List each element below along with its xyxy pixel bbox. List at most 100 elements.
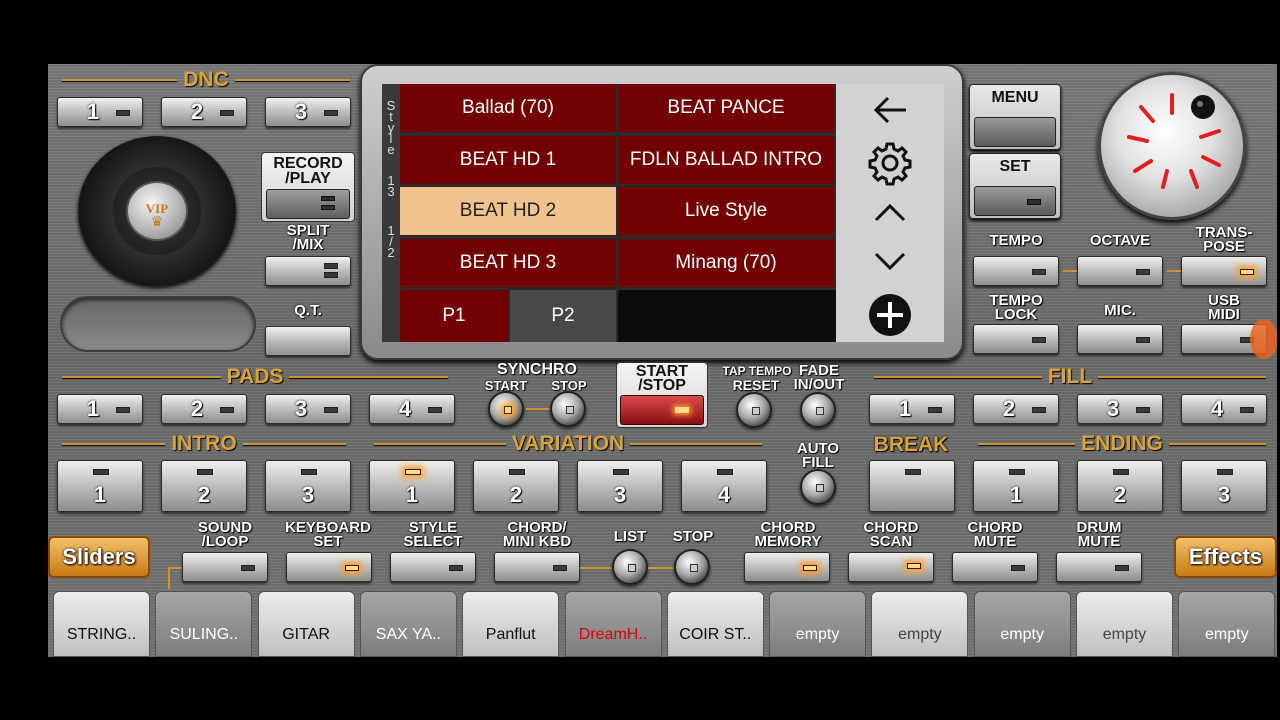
dnc-button-3[interactable]: 3 xyxy=(265,97,351,127)
fill-button-2[interactable]: 2 xyxy=(973,394,1059,424)
record-play-button[interactable]: RECORD /PLAY xyxy=(261,152,355,222)
variation-header: VARIATION xyxy=(368,432,768,455)
break-button[interactable] xyxy=(869,460,955,512)
chevron-down-icon[interactable] xyxy=(836,250,944,274)
synchro-start-knob[interactable] xyxy=(488,391,524,427)
touch-indicator xyxy=(1250,319,1277,359)
page-tab-p2[interactable]: P2 xyxy=(510,290,616,342)
drum-mute-button[interactable] xyxy=(1056,552,1142,582)
chord-mini-kbd-label: CHORD/ MINI KBD xyxy=(502,519,572,550)
tap-tempo-knob[interactable] xyxy=(736,392,772,428)
style-select-label: STYLE SELECT xyxy=(403,519,463,550)
pad-button-4[interactable]: 4 xyxy=(369,394,455,424)
start-stop-button[interactable]: START /STOP xyxy=(616,362,708,428)
chevron-up-icon[interactable] xyxy=(836,200,944,224)
jog-disc[interactable]: VIP ♛ xyxy=(78,136,236,286)
sound-pad[interactable]: empty xyxy=(769,591,867,657)
sliders-button[interactable]: Sliders xyxy=(48,536,150,578)
style-cell[interactable]: BEAT PANCE xyxy=(618,84,834,132)
list-label: LIST xyxy=(613,528,647,545)
ending-button-1[interactable]: 1 xyxy=(973,460,1059,512)
synchro-stop-knob[interactable] xyxy=(550,391,586,427)
sound-pad[interactable]: DreamH.. xyxy=(564,591,662,657)
back-arrow-icon[interactable] xyxy=(836,92,944,128)
stop-knob[interactable] xyxy=(674,549,710,585)
variation-button-2[interactable]: 2 xyxy=(473,460,559,512)
pad-button-2[interactable]: 2 xyxy=(161,394,247,424)
page-tab-p1[interactable]: P1 xyxy=(400,290,508,342)
sound-pad[interactable]: empty xyxy=(1076,591,1173,657)
octave-button[interactable] xyxy=(1077,256,1163,286)
style-cell[interactable]: Ballad (70) xyxy=(400,84,616,132)
chord-mute-button[interactable] xyxy=(952,552,1038,582)
mic-label: MIC. xyxy=(1104,302,1136,319)
style-vertical-label: S t y l e 1 3 1 / 2 xyxy=(382,84,400,342)
keyboard-panel: DNC 1 2 3 VIP ♛ RECORD /PLAY SPLIT /MIX … xyxy=(48,64,1277,657)
fill-button-3[interactable]: 3 xyxy=(1077,394,1163,424)
sound-pad[interactable]: SAX YA.. xyxy=(359,591,457,657)
intro-button-1[interactable]: 1 xyxy=(57,460,143,512)
menu-button[interactable]: MENU xyxy=(969,84,1061,150)
fill-button-1[interactable]: 1 xyxy=(869,394,955,424)
page-tab-spacer xyxy=(618,290,836,342)
transpose-button[interactable] xyxy=(1181,256,1267,286)
qt-label: Q.T. xyxy=(294,302,322,319)
sound-pad[interactable]: Panflut xyxy=(462,591,560,657)
dnc-header: DNC xyxy=(56,68,356,91)
fade-knob[interactable] xyxy=(800,392,836,428)
sound-pad[interactable]: STRING.. xyxy=(53,591,150,657)
style-screen: S t y l e 1 3 1 / 2 Ballad (70) BEAT PANC… xyxy=(360,64,964,360)
sound-loop-button[interactable] xyxy=(182,552,268,582)
intro-button-3[interactable]: 3 xyxy=(265,460,351,512)
list-knob[interactable] xyxy=(612,549,648,585)
tempo-lock-button[interactable] xyxy=(973,324,1059,354)
mic-button[interactable] xyxy=(1077,324,1163,354)
effects-button[interactable]: Effects xyxy=(1174,536,1277,578)
usb-midi-button[interactable] xyxy=(1181,319,1277,359)
set-button[interactable]: SET xyxy=(969,153,1061,219)
screen-side-nav xyxy=(836,84,944,342)
chord-scan-button[interactable] xyxy=(848,552,934,582)
sound-pad[interactable]: COIR ST.. xyxy=(666,591,764,657)
chord-memory-label: CHORD MEMORY xyxy=(754,519,822,550)
style-cell[interactable]: Live Style xyxy=(618,187,834,235)
sound-pad[interactable]: SULING.. xyxy=(155,591,253,657)
ending-button-3[interactable]: 3 xyxy=(1181,460,1267,512)
pad-button-3[interactable]: 3 xyxy=(265,394,351,424)
sound-pad[interactable]: empty xyxy=(871,591,969,657)
fade-label: FADE IN/OUT xyxy=(793,362,845,393)
variation-button-1[interactable]: 1 xyxy=(369,460,455,512)
ending-header: ENDING xyxy=(972,432,1272,455)
split-mix-button[interactable] xyxy=(265,256,351,286)
sound-pad[interactable]: GITAR xyxy=(257,591,355,657)
sound-pad[interactable]: empty xyxy=(1178,591,1276,657)
fill-button-4[interactable]: 4 xyxy=(1181,394,1267,424)
tempo-button[interactable] xyxy=(973,256,1059,286)
plus-circle-icon[interactable] xyxy=(836,292,944,338)
dnc-button-2[interactable]: 2 xyxy=(161,97,247,127)
dnc-button-1[interactable]: 1 xyxy=(57,97,143,127)
ending-button-2[interactable]: 2 xyxy=(1077,460,1163,512)
chord-memory-button[interactable] xyxy=(744,552,830,582)
pad-button-1[interactable]: 1 xyxy=(57,394,143,424)
chord-mute-label: CHORD MUTE xyxy=(967,519,1023,550)
style-cell[interactable]: Minang (70) xyxy=(618,238,834,287)
style-cell[interactable]: BEAT HD 1 xyxy=(400,135,616,184)
pitch-bend-pad[interactable] xyxy=(60,296,256,352)
sound-pad[interactable]: empty xyxy=(973,591,1071,657)
gear-icon[interactable] xyxy=(836,140,944,186)
variation-button-3[interactable]: 3 xyxy=(577,460,663,512)
style-select-button[interactable] xyxy=(390,552,476,582)
keyboard-set-button[interactable] xyxy=(286,552,372,582)
chord-mini-kbd-button[interactable] xyxy=(494,552,580,582)
tempo-label: TEMPO xyxy=(989,232,1043,249)
style-cell[interactable]: BEAT HD 3 xyxy=(400,238,616,287)
tap-tempo-label: TAP TEMPO xyxy=(722,364,792,378)
style-cell[interactable]: BEAT HD 2 xyxy=(400,187,616,235)
auto-fill-knob[interactable] xyxy=(800,469,836,505)
intro-button-2[interactable]: 2 xyxy=(161,460,247,512)
style-cell[interactable]: FDLN BALLAD INTRO xyxy=(618,135,834,184)
master-volume-dial[interactable] xyxy=(1098,72,1246,220)
variation-button-4[interactable]: 4 xyxy=(681,460,767,512)
qt-button[interactable] xyxy=(265,326,351,356)
